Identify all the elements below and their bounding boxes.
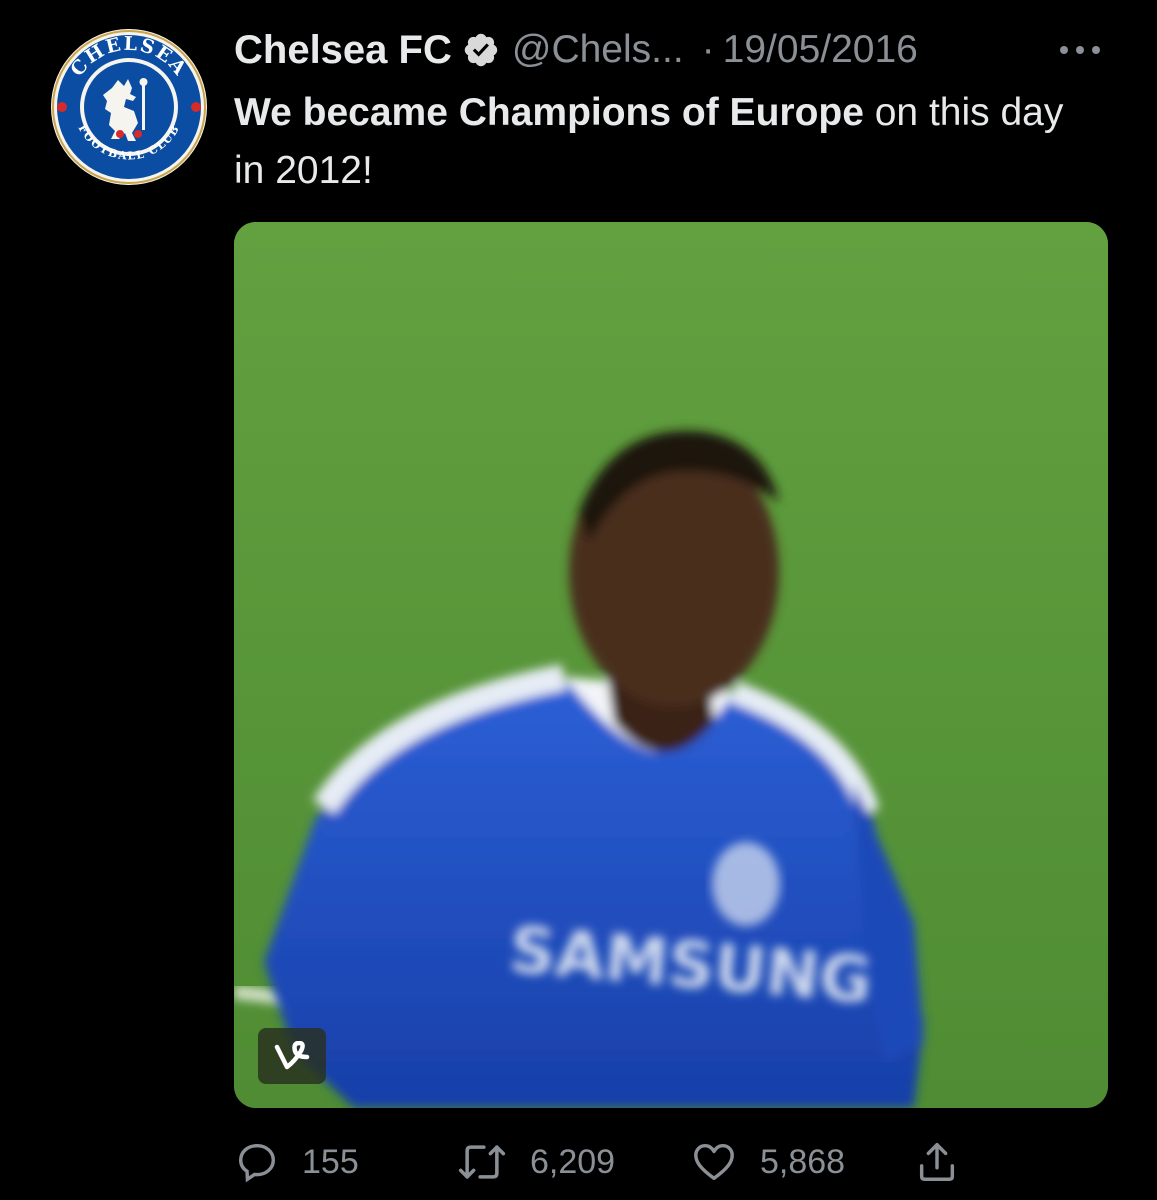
reply-count: 155 (302, 1142, 359, 1181)
tweet-actions: 155 6,209 5,868 (234, 1132, 1014, 1192)
verified-badge-icon (462, 31, 500, 69)
more-options-icon[interactable] (1052, 30, 1108, 70)
retweet-count: 6,209 (530, 1142, 616, 1181)
like-icon (694, 1143, 734, 1181)
author-name[interactable]: Chelsea FC (234, 28, 452, 73)
tweet-text-bold: We became Champions of Europe (234, 91, 864, 134)
author-handle[interactable]: @Chels... (512, 28, 684, 72)
retweet-button[interactable]: 6,209 (456, 1132, 615, 1192)
tweet-date[interactable]: 19/05/2016 (723, 28, 918, 72)
tweet-header: Chelsea FC @Chels... · 19/05/2016 (234, 22, 918, 78)
tweet-text: We became Champions of Europe on this da… (234, 84, 1094, 200)
media-scene: SAMSUNG (234, 222, 1108, 1108)
reply-button[interactable]: 155 (234, 1132, 359, 1192)
reply-icon (238, 1143, 276, 1183)
like-button[interactable]: 5,868 (690, 1132, 845, 1192)
share-button[interactable] (914, 1132, 960, 1192)
header-separator: · (701, 28, 715, 71)
avatar[interactable]: CHELSEA FOOTBALL CLUB (50, 28, 208, 186)
retweet-icon (458, 1145, 506, 1179)
vine-logo-icon (258, 1028, 326, 1084)
share-icon (919, 1143, 955, 1181)
chelsea-crest-logo: CHELSEA FOOTBALL CLUB (51, 29, 207, 185)
like-count: 5,868 (760, 1142, 846, 1181)
tweet-media-video[interactable]: SAMSUNG (234, 222, 1108, 1108)
tweet[interactable]: CHELSEA FOOTBALL CLUB Chelsea FC @Chels.… (0, 0, 1157, 1200)
